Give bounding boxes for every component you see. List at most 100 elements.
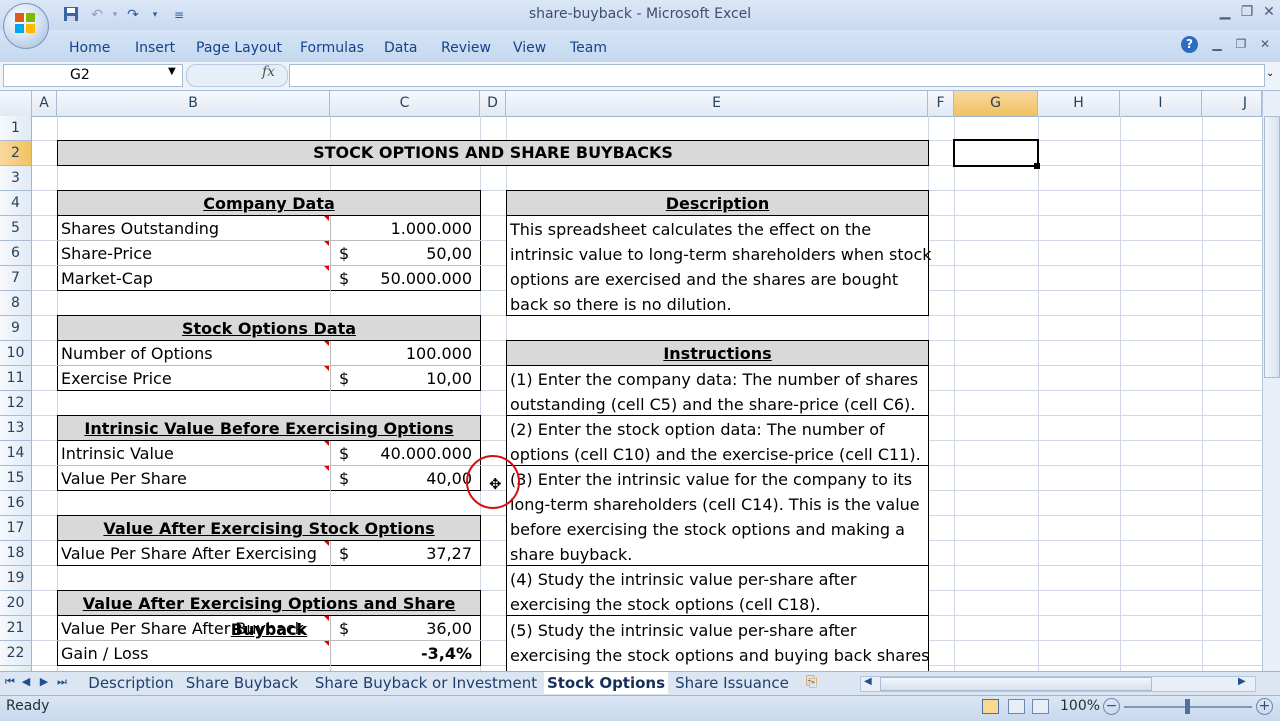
zoom-out-icon[interactable]: − [1103, 698, 1120, 715]
row-header[interactable]: 18 [0, 541, 32, 566]
row-header[interactable]: 22 [0, 641, 32, 666]
column-header-h[interactable]: H [1038, 91, 1120, 116]
column-header-j[interactable]: J [1202, 91, 1262, 116]
row-header[interactable]: 20 [0, 591, 32, 616]
close-icon[interactable]: ✕ [1258, 2, 1280, 22]
ribbon-tab-insert[interactable]: Insert [135, 38, 175, 58]
before-row-label[interactable]: Intrinsic Value [61, 441, 174, 466]
after-buyback-header[interactable]: Value After Exercising Options and Share… [57, 590, 481, 639]
row-header[interactable]: 17 [0, 516, 32, 541]
after-buyback-row-value[interactable]: 36,00 [330, 616, 472, 641]
company-data-header[interactable]: Company Data [57, 190, 481, 216]
after-buyback-row-value[interactable]: -3,4% [330, 641, 472, 666]
restore-icon[interactable]: ❐ [1236, 2, 1258, 22]
company-row-label[interactable]: Market-Cap [61, 266, 153, 291]
zoom-level[interactable]: 100% [1060, 698, 1100, 714]
row-header[interactable]: 3 [0, 166, 32, 191]
zoom-in-icon[interactable]: + [1256, 698, 1273, 715]
after-exercise-header[interactable]: Value After Exercising Stock Options [57, 515, 481, 541]
name-box-dropdown-icon[interactable]: ▼ [168, 66, 176, 77]
prev-sheet-icon[interactable]: ◀ [20, 675, 32, 688]
sheet-tab-stock-options[interactable]: Stock Options [544, 672, 668, 694]
scroll-left-icon[interactable]: ◀ [864, 676, 872, 687]
after-exercise-row-value[interactable]: 37,27 [330, 541, 472, 566]
insert-sheet-icon[interactable]: ⎘ [806, 674, 817, 690]
workbook-minimize-icon[interactable]: ▁ [1206, 34, 1228, 54]
column-header-e[interactable]: E [506, 91, 928, 116]
first-sheet-icon[interactable]: ⏮ [4, 675, 16, 689]
row-header[interactable]: 15 [0, 466, 32, 491]
ribbon-tab-data[interactable]: Data [384, 38, 417, 58]
sheet-tab-share-buyback-or-investment[interactable]: Share Buyback or Investment [312, 672, 540, 694]
fill-handle[interactable] [1034, 163, 1040, 169]
options-row-label[interactable]: Number of Options [61, 341, 213, 366]
row-header[interactable]: 7 [0, 266, 32, 291]
after-exercise-row-label[interactable]: Value Per Share After Exercising [61, 541, 317, 566]
company-row-value[interactable]: 50.000.000 [330, 266, 472, 291]
after-buyback-row-label[interactable]: Value Per Share After Buyback [61, 616, 304, 641]
sheet-tab-share-buyback[interactable]: Share Buyback [184, 672, 300, 694]
zoom-slider-thumb[interactable] [1185, 699, 1190, 714]
sheet-tab-share-issuance[interactable]: Share Issuance [672, 672, 792, 694]
company-row-value[interactable]: 50,00 [330, 241, 472, 266]
column-header-b[interactable]: B [57, 91, 330, 116]
row-header[interactable]: 16 [0, 491, 32, 516]
minimize-icon[interactable]: ▁ [1214, 2, 1236, 22]
ribbon-tab-review[interactable]: Review [441, 38, 491, 58]
instructions-header[interactable]: Instructions [506, 340, 929, 366]
horizontal-scroll-thumb[interactable] [880, 677, 1152, 691]
sheet-title[interactable]: STOCK OPTIONS AND SHARE BUYBACKS [57, 140, 929, 166]
before-row-value[interactable]: 40.000.000 [330, 441, 472, 466]
options-row-value[interactable]: 100.000 [330, 341, 472, 366]
row-header[interactable]: 9 [0, 316, 32, 341]
ribbon-tab-page-layout[interactable]: Page Layout [196, 38, 282, 58]
intrinsic-before-header[interactable]: Intrinsic Value Before Exercising Option… [57, 415, 481, 441]
row-header[interactable]: 19 [0, 566, 32, 591]
column-header-g[interactable]: G [954, 91, 1038, 116]
row-header[interactable]: 21 [0, 616, 32, 641]
select-all-corner[interactable] [0, 91, 32, 116]
expand-formula-bar-icon[interactable]: ⌄ [1266, 68, 1274, 79]
column-header-a[interactable]: A [32, 91, 57, 116]
before-row-label[interactable]: Value Per Share [61, 466, 187, 491]
worksheet-grid[interactable]: 1 2 3 4 5 6 7 8 9 10 11 12 13 14 15 16 1… [0, 116, 1262, 671]
ribbon-tab-home[interactable]: Home [69, 38, 110, 58]
workbook-close-icon[interactable]: ✕ [1254, 34, 1276, 54]
last-sheet-icon[interactable]: ⏭ [56, 675, 68, 689]
row-header[interactable]: 14 [0, 441, 32, 466]
company-row-label[interactable]: Share-Price [61, 241, 152, 266]
row-header[interactable]: 12 [0, 391, 32, 416]
column-header-f[interactable]: F [928, 91, 954, 116]
column-header-d[interactable]: D [480, 91, 506, 116]
column-header-i[interactable]: I [1120, 91, 1202, 116]
options-row-label[interactable]: Exercise Price [61, 366, 172, 391]
next-sheet-icon[interactable]: ▶ [38, 675, 50, 688]
formula-input[interactable] [289, 64, 1265, 87]
ribbon-tab-team[interactable]: Team [570, 38, 607, 58]
row-header[interactable]: 5 [0, 216, 32, 241]
stock-options-header[interactable]: Stock Options Data [57, 315, 481, 341]
column-header-c[interactable]: C [330, 91, 480, 116]
help-icon[interactable]: ? [1181, 36, 1198, 53]
row-header[interactable]: 6 [0, 241, 32, 266]
after-buyback-row-label[interactable]: Gain / Loss [61, 641, 148, 666]
row-header[interactable]: 10 [0, 341, 32, 366]
name-box[interactable]: G2 [3, 64, 183, 87]
description-header[interactable]: Description [506, 190, 929, 216]
normal-view-icon[interactable] [982, 699, 999, 714]
options-row-value[interactable]: 10,00 [330, 366, 472, 391]
page-layout-view-icon[interactable] [1008, 699, 1025, 714]
row-header[interactable]: 1 [0, 116, 32, 141]
sheet-tab-description[interactable]: Description [78, 672, 184, 694]
company-row-value[interactable]: 1.000.000 [330, 216, 472, 241]
vertical-scroll-thumb[interactable] [1264, 116, 1280, 378]
selected-cell-g2[interactable] [953, 139, 1039, 167]
before-row-value[interactable]: 40,00 [330, 466, 472, 491]
scroll-right-icon[interactable]: ▶ [1238, 676, 1246, 687]
row-header[interactable]: 8 [0, 291, 32, 316]
ribbon-tab-view[interactable]: View [513, 38, 546, 58]
workbook-restore-icon[interactable]: ❐ [1230, 34, 1252, 54]
insert-function-icon[interactable]: fx [262, 64, 275, 80]
ribbon-tab-formulas[interactable]: Formulas [300, 38, 364, 58]
company-row-label[interactable]: Shares Outstanding [61, 216, 219, 241]
